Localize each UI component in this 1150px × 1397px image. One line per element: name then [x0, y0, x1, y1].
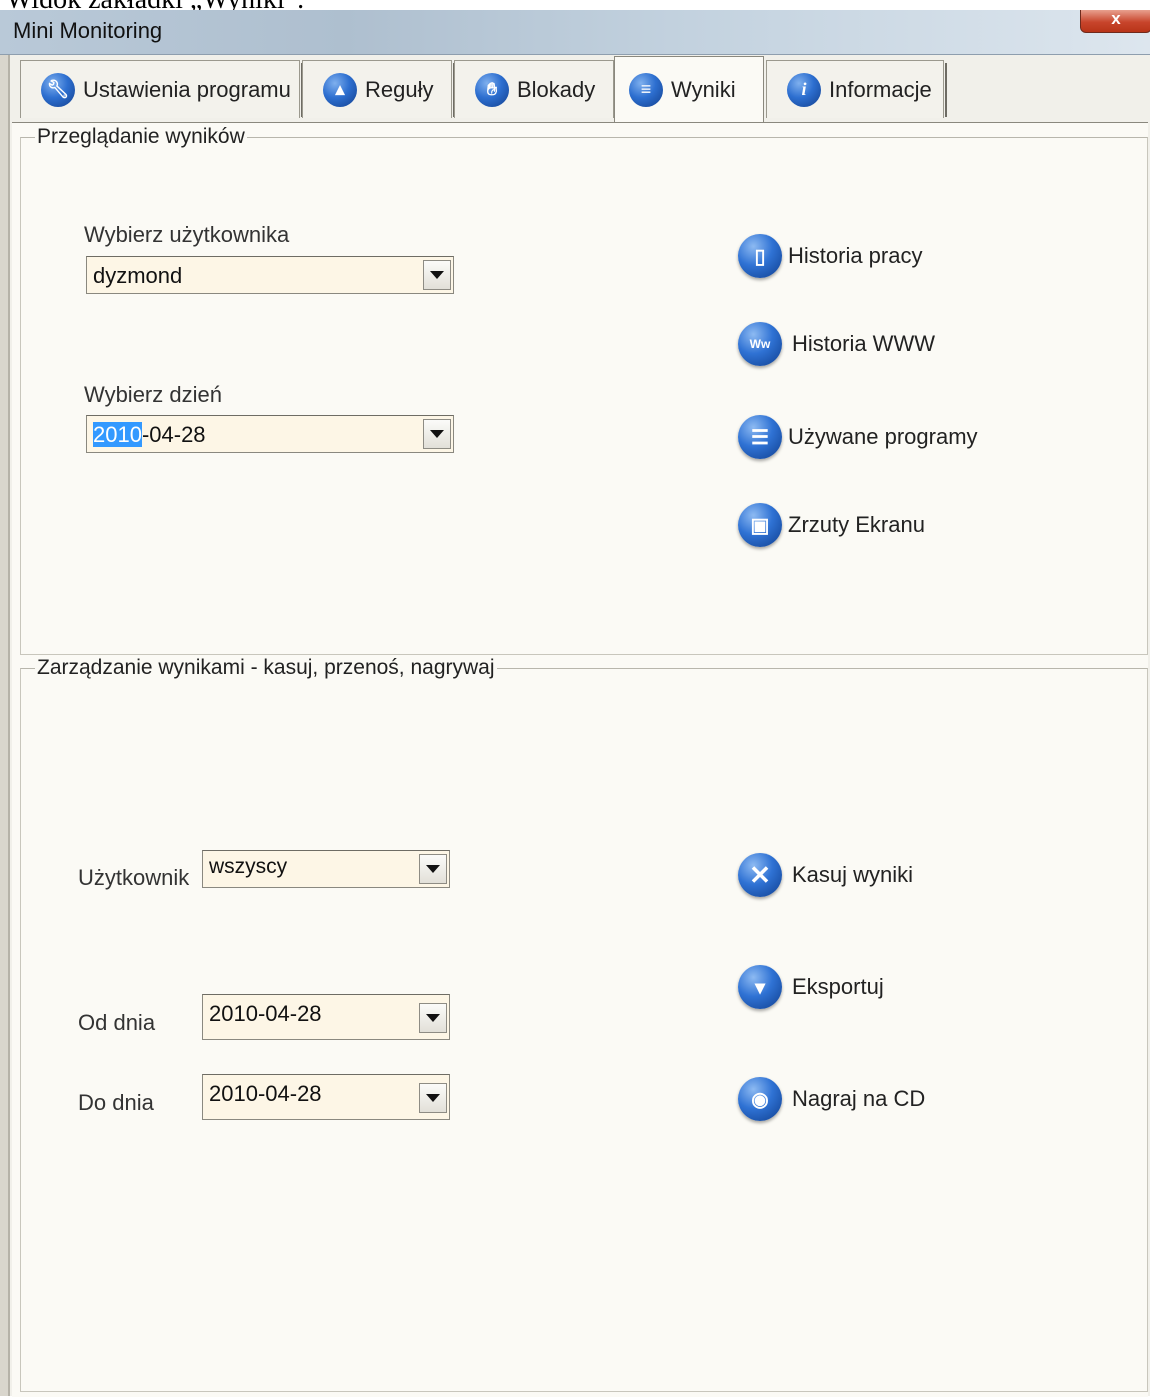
tab-reguly[interactable]: ▴ Reguły: [302, 60, 455, 118]
screenshots-label: Zrzuty Ekranu: [788, 512, 925, 537]
info-icon: i: [787, 72, 821, 107]
updown-arrows-icon: ▴: [323, 72, 357, 107]
close-icon: x: [1111, 9, 1121, 28]
delete-x-icon: ✕: [738, 853, 782, 897]
to-date-combo[interactable]: 2010-04-28: [202, 1074, 450, 1120]
work-history-label: Historia pracy: [788, 243, 923, 268]
chevron-down-icon[interactable]: [419, 854, 447, 884]
from-date-combo[interactable]: 2010-04-28: [202, 994, 450, 1040]
select-day-label: Wybierz dzień: [84, 382, 222, 407]
user-value: wszyscy: [209, 855, 288, 878]
tab-label: Blokady: [517, 76, 596, 102]
tab-label: Wyniki: [671, 76, 736, 102]
work-history-button[interactable]: ▯ Historia pracy: [738, 234, 922, 278]
tab-informacje[interactable]: i Informacje: [766, 60, 947, 118]
tab-strip: 🔧︎ Ustawienia programu ▴ Reguły ✋︎ Bloka…: [18, 56, 1148, 122]
browse-results-legend: Przeglądanie wyników: [37, 125, 245, 148]
manage-results-legend: Zarządzanie wynikami - kasuj, przenoś, n…: [37, 656, 495, 679]
www-history-button[interactable]: Ww Historia WWW: [738, 322, 935, 366]
chevron-down-icon[interactable]: [419, 1003, 447, 1033]
hand-stop-icon: ✋︎: [475, 72, 509, 107]
select-day-value: 2010-04-28: [93, 422, 206, 448]
chevron-down-icon[interactable]: [419, 1083, 447, 1113]
tab-blokady[interactable]: ✋︎ Blokady: [454, 60, 614, 118]
window-left-edge: [0, 55, 8, 1396]
from-date-value: 2010-04-28: [209, 1001, 322, 1026]
user-label: Użytkownik: [78, 865, 190, 890]
tab-label: Ustawienia programu: [83, 76, 291, 102]
to-date-value: 2010-04-28: [209, 1081, 322, 1106]
scroll-icon: ≡: [629, 72, 663, 107]
select-day-selected-text: 2010: [93, 422, 142, 447]
chevron-down-icon[interactable]: [423, 260, 451, 290]
tab-ustawienia-programu[interactable]: 🔧︎ Ustawienia programu: [20, 60, 303, 118]
user-combo[interactable]: wszyscy: [202, 850, 450, 888]
screenshot-icon: ▣: [738, 503, 782, 547]
select-user-label: Wybierz użytkownika: [84, 222, 290, 247]
tab-wyniki[interactable]: ≡ Wyniki: [614, 56, 764, 122]
cd-icon: ◉: [738, 1077, 782, 1121]
list-icon: ☰: [738, 415, 782, 459]
used-programs-label: Używane programy: [788, 424, 978, 449]
burn-cd-label: Nagraj na CD: [792, 1086, 926, 1111]
www-icon: Ww: [738, 322, 782, 366]
from-date-label: Od dnia: [78, 1010, 156, 1035]
select-user-value: dyzmond: [93, 263, 183, 288]
delete-results-label: Kasuj wyniki: [792, 862, 914, 887]
screenshots-button[interactable]: ▣ Zrzuty Ekranu: [738, 503, 925, 547]
www-history-label: Historia WWW: [792, 331, 935, 356]
wrench-icon: 🔧︎: [41, 72, 75, 107]
manage-results-group: Zarządzanie wynikami - kasuj, przenoś, n…: [20, 656, 1148, 1392]
delete-results-button[interactable]: ✕ Kasuj wyniki: [738, 853, 913, 897]
close-button[interactable]: x: [1080, 10, 1150, 33]
select-day-combo[interactable]: 2010-04-28: [86, 415, 454, 453]
export-button[interactable]: ▾ Eksportuj: [738, 965, 884, 1009]
window-titlebar: Mini Monitoring x: [0, 10, 1150, 55]
document-icon: ▯: [738, 234, 782, 278]
to-date-label: Do dnia: [78, 1090, 154, 1115]
tab-label: Informacje: [829, 76, 932, 102]
chevron-down-icon[interactable]: [423, 419, 451, 449]
export-icon: ▾: [738, 965, 782, 1009]
select-user-combo[interactable]: dyzmond: [86, 256, 454, 294]
burn-cd-button[interactable]: ◉ Nagraj na CD: [738, 1077, 925, 1121]
used-programs-button[interactable]: ☰ Używane programy: [738, 415, 978, 459]
export-label: Eksportuj: [792, 974, 884, 999]
tab-label: Reguły: [365, 76, 434, 102]
window-title: Mini Monitoring: [13, 18, 163, 43]
tab-divider: [945, 63, 947, 117]
select-day-rest-text: -04-28: [141, 422, 206, 447]
